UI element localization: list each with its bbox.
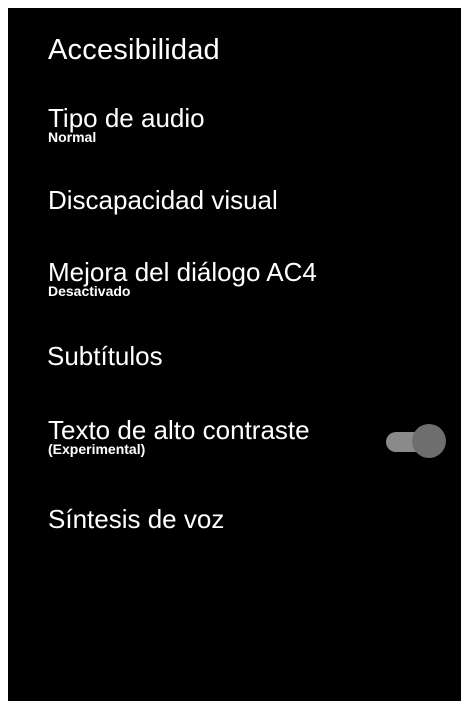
menu-item-label: Mejora del diálogo AC4 — [48, 257, 317, 287]
menu-item-visual-impairment[interactable]: Discapacidad visual — [48, 186, 461, 214]
menu-item-label: Discapacidad visual — [48, 185, 278, 215]
accessibility-screen: Accesibilidad Tipo de audio Normal Disca… — [8, 8, 461, 701]
high-contrast-toggle[interactable] — [386, 424, 446, 460]
menu-item-text-to-speech[interactable]: Síntesis de voz — [48, 505, 461, 533]
menu-item-label: Subtítulos — [47, 341, 163, 371]
menu-item-high-contrast-text[interactable]: Texto de alto contraste (Experimental) — [48, 416, 461, 458]
page-title: Accesibilidad — [48, 34, 220, 66]
menu-item-subtitles[interactable]: Subtítulos — [47, 342, 460, 370]
menu-item-label: Tipo de audio — [48, 103, 205, 133]
toggle-thumb — [412, 424, 446, 458]
menu-item-dialogue-enhancement[interactable]: Mejora del diálogo AC4 Desactivado — [48, 258, 461, 298]
menu-item-audio-type[interactable]: Tipo de audio Normal — [48, 104, 461, 144]
menu-item-label: Síntesis de voz — [48, 504, 225, 534]
